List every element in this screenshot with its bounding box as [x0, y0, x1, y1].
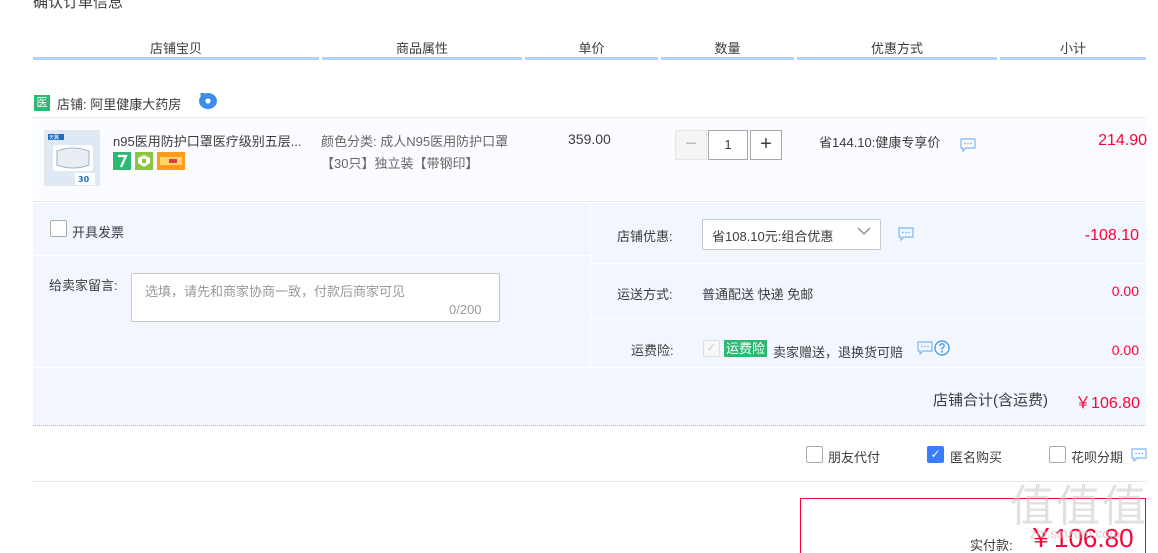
shipping-label: 运送方式: [617, 287, 673, 302]
chevron-down-icon[interactable] [857, 224, 871, 238]
invoice-label[interactable]: 开具发票 [72, 222, 124, 241]
chat-wangwang-icon[interactable] [198, 92, 218, 110]
installment-info-icon[interactable] [1131, 448, 1147, 462]
quantity-input[interactable]: 1 [708, 130, 748, 160]
insurance-value: 0.00 [1111, 342, 1139, 358]
insurance-text: 卖家赠送，退换货可赔 [773, 345, 904, 360]
quantity-decrease-button[interactable]: − [675, 130, 707, 160]
product-title-link[interactable]: n95医用防护口罩医疗级别五层... [113, 131, 315, 150]
shop-total-value: ￥106.80 [1075, 395, 1140, 412]
promotion-text: 省144.10:健康专享价 [819, 135, 941, 150]
seven-day-return-icon [113, 152, 131, 170]
page-title: 确认订单信息 [33, 0, 124, 11]
friend-pay-checkbox[interactable] [806, 446, 823, 463]
anonymous-label[interactable]: 匿名购买 [950, 447, 1002, 466]
item-subtotal: 214.90 [1098, 132, 1147, 149]
column-header-shop-item: 店铺宝贝 [149, 41, 202, 56]
shipping-value: 0.00 [1111, 283, 1139, 299]
invoice-checkbox[interactable] [50, 220, 67, 237]
svg-text:天翼: 天翼 [49, 135, 59, 141]
order-item-row [33, 117, 1146, 202]
shipping-method: 普通配送 快递 免邮 [702, 287, 814, 302]
header-divider [33, 57, 1146, 60]
pharmacy-badge-icon: 医 [34, 95, 50, 111]
credit-card-icon [157, 152, 185, 170]
shop-discount-value: -108.10 [1084, 227, 1139, 244]
shop-name-link[interactable]: 店铺: 阿里健康大药房 [57, 94, 181, 113]
quantity-increase-button[interactable]: + [750, 130, 782, 160]
insurance-badge: 运费险 [724, 340, 768, 357]
site-watermark-url: zhi.smzdm.com [1030, 526, 1121, 541]
product-thumbnail[interactable]: 天翼 30 [44, 130, 100, 186]
discount-info-icon[interactable] [898, 227, 914, 241]
insurance-label: 运费险: [631, 343, 674, 358]
product-attributes: 颜色分类: 成人N95医用防护口罩【30只】独立装【带钢印】 [321, 134, 509, 171]
shop-discount-selected[interactable]: 省108.10元:组合优惠 [712, 226, 833, 245]
column-header-attributes: 商品属性 [395, 41, 448, 56]
column-header-discount: 优惠方式 [870, 41, 923, 56]
friend-pay-label[interactable]: 朋友代付 [828, 447, 880, 466]
memo-char-count: 0/200 [449, 302, 482, 317]
shop-total-label: 店铺合计(含运费) [933, 392, 1048, 409]
column-header-subtotal: 小计 [1059, 41, 1086, 56]
memo-placeholder: 选填，请先和商家协商一致，付款后商家可见 [145, 284, 406, 299]
memo-label: 给卖家留言: [49, 278, 118, 293]
huabei-installment-checkbox[interactable] [1049, 446, 1066, 463]
column-header-unit-price: 单价 [578, 41, 605, 56]
site-watermark: 值值值 [1010, 481, 1148, 532]
svg-text:30: 30 [78, 175, 90, 184]
quality-guarantee-icon [135, 152, 153, 170]
unit-price: 359.00 [568, 131, 611, 147]
payment-label: 实付款: [970, 538, 1013, 553]
shop-discount-label: 店铺优惠: [617, 229, 673, 244]
promo-info-icon[interactable] [960, 138, 976, 152]
anonymous-checkbox[interactable]: ✓ [927, 446, 944, 463]
huabei-installment-label[interactable]: 花呗分期 [1071, 447, 1123, 466]
insurance-checkbox: ✓ [703, 340, 720, 357]
column-header-quantity: 数量 [714, 41, 741, 56]
help-icon[interactable] [934, 340, 950, 356]
options-divider [33, 481, 1146, 482]
insurance-info-icon[interactable] [917, 341, 933, 355]
